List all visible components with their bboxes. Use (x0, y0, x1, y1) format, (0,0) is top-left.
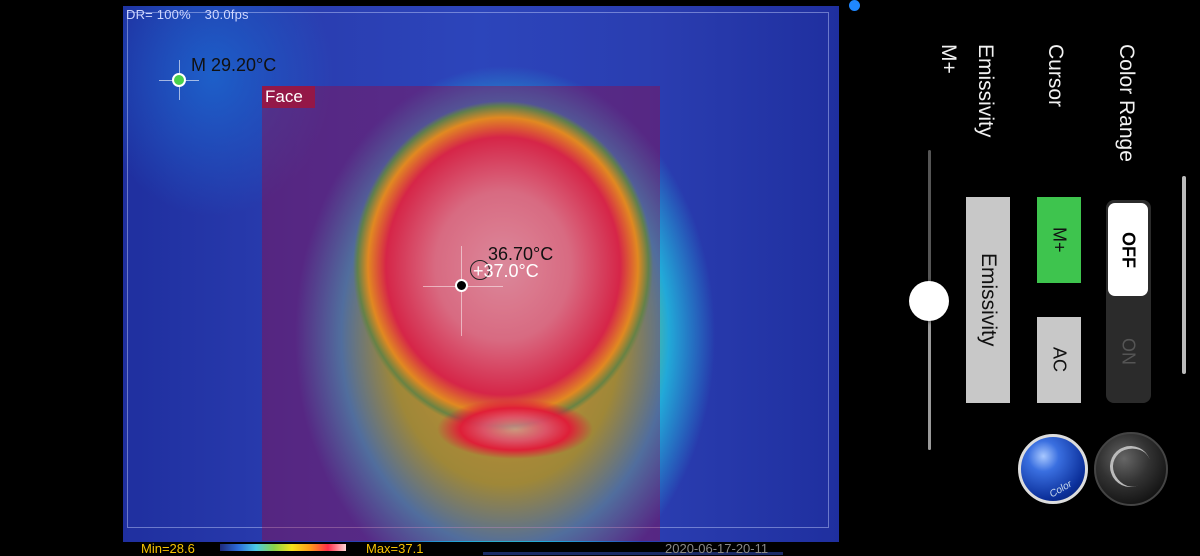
mplus-slider-fill (928, 301, 931, 450)
cursor-ac-button[interactable]: AC (1037, 317, 1081, 403)
status-dot (849, 0, 860, 11)
min-temperature: Min=28.6 (141, 541, 195, 556)
thermal-view[interactable]: DR= 100% 30.0fps Face M 29.20°C 36.70°C … (123, 6, 839, 542)
color-palette-button[interactable]: Color (1018, 434, 1088, 504)
hud-status: DR= 100% 30.0fps (126, 7, 249, 22)
cursor-title: Cursor (1044, 44, 1067, 108)
dynamic-range-text: DR= 100% (126, 7, 191, 22)
max-temperature: +37.0°C (473, 261, 539, 281)
measure-point-label: M 29.20°C (191, 55, 277, 75)
panel-scrollbar[interactable] (1182, 176, 1186, 374)
emissivity-button[interactable]: Emissivity (966, 197, 1010, 403)
fps-text: 30.0fps (204, 7, 249, 22)
timestamp: 2020-06-17-20-11 (665, 541, 769, 556)
color-range-off-option[interactable]: OFF (1108, 203, 1148, 296)
cursor-mplus-button[interactable]: M+ (1037, 197, 1081, 283)
color-range-title: Color Range (1115, 44, 1138, 162)
measure-point-marker[interactable] (172, 73, 186, 87)
color-scale-bar (220, 544, 346, 551)
capture-button[interactable] (1094, 432, 1168, 506)
center-cursor[interactable] (455, 279, 468, 292)
max-temperature-scale: Max=37.1 (366, 541, 424, 556)
bottom-status-bar: Min=28.6 Max=37.1 2020-06-17-20-11 (123, 542, 839, 555)
color-range-on-option[interactable]: ON (1108, 305, 1148, 398)
mplus-slider-thumb[interactable] (909, 281, 949, 321)
mplus-title: M+ (937, 44, 960, 74)
face-region-label: Face (262, 86, 315, 108)
emissivity-title: Emissivity (974, 44, 997, 138)
color-ball-label: Color (1047, 478, 1075, 501)
